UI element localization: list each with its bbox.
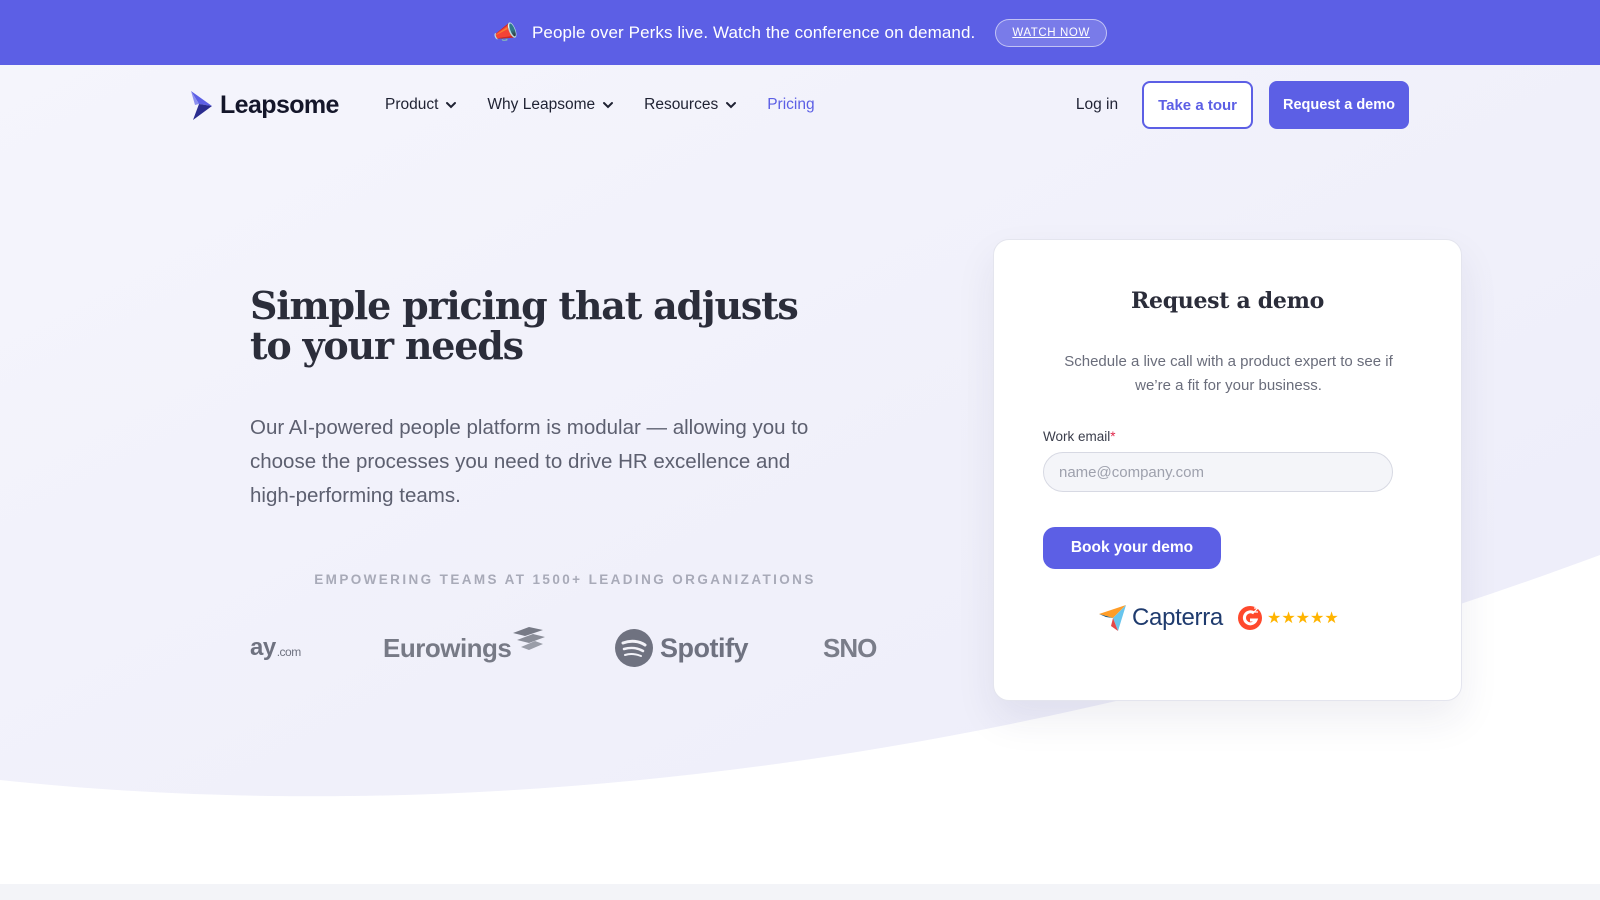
chevron-down-icon: [446, 102, 457, 109]
customer-logo-ay-suffix: .com: [276, 645, 302, 659]
customer-logo-eurowings: Eurowings: [383, 620, 546, 676]
card-description: Schedule a live call with a product expe…: [1064, 353, 1393, 394]
book-your-demo-button[interactable]: Book your demo: [1043, 527, 1221, 569]
nav-resources-label: Resources: [644, 96, 719, 113]
customer-logo-sno-text: SNO: [823, 632, 877, 663]
navbar: Leapsome Product Why Leapsome Resources …: [0, 65, 1600, 145]
capterra-badge[interactable]: Capterra: [1098, 604, 1223, 632]
request-demo-button[interactable]: Request a demo: [1269, 81, 1409, 129]
g2-logo-icon: [1237, 606, 1262, 630]
customer-logo-sno: SNO: [823, 620, 877, 676]
chevron-down-icon: [726, 102, 737, 109]
capterra-logo-icon: [1099, 605, 1126, 631]
watch-now-button[interactable]: WATCH NOW: [995, 18, 1107, 47]
nav-product[interactable]: Product: [385, 96, 457, 114]
customer-logo-ay-text: ay: [250, 634, 276, 661]
next-section-band: [0, 884, 1600, 900]
chevron-down-icon: [603, 102, 614, 109]
review-badges: Capterra ★★★★★: [1098, 602, 1339, 634]
request-demo-card: Request a demo Schedule a live call with…: [993, 239, 1462, 701]
megaphone-icon: 📣: [493, 21, 518, 44]
capterra-label: Capterra: [1132, 604, 1223, 631]
leapsome-logo[interactable]: Leapsome: [190, 85, 339, 125]
nav-product-label: Product: [385, 96, 439, 113]
announcement-bar: 📣 People over Perks live. Watch the conf…: [0, 0, 1600, 65]
spotify-icon: [615, 629, 653, 667]
work-email-label: Work email*: [1043, 429, 1116, 444]
customer-logo-spotify-text: Spotify: [660, 632, 749, 663]
nav-actions: Log in Take a tour Request a demo: [1076, 80, 1409, 130]
customer-logo-carousel: ay .com Eurowings Spotify SNO: [250, 620, 880, 676]
nav-links: Product Why Leapsome Resources Pricing: [385, 65, 815, 145]
announcement-text: People over Perks live. Watch the confer…: [531, 22, 976, 42]
leapsome-bird-icon: [191, 91, 212, 120]
customer-logo-eurowings-text: Eurowings: [383, 632, 512, 663]
hero-subtitle: Our AI-powered people platform is modula…: [250, 416, 809, 507]
customer-logo-spotify: Spotify: [614, 620, 749, 676]
card-title: Request a demo: [1131, 288, 1324, 314]
nav-why-leapsome-label: Why Leapsome: [487, 96, 596, 113]
nav-pricing[interactable]: Pricing: [767, 96, 814, 114]
work-email-label-text: Work email: [1043, 429, 1111, 444]
nav-why-leapsome[interactable]: Why Leapsome: [487, 96, 614, 114]
login-link[interactable]: Log in: [1076, 96, 1118, 114]
g2-badge[interactable]: ★★★★★: [1237, 605, 1339, 631]
customer-logo-ay: ay .com: [250, 620, 301, 676]
nav-pricing-label: Pricing: [767, 96, 815, 113]
rating-stars-icon: ★★★★★: [1266, 610, 1339, 627]
required-mark: *: [1110, 429, 1116, 444]
brand-name: Leapsome: [220, 90, 339, 119]
take-a-tour-button[interactable]: Take a tour: [1142, 81, 1253, 129]
nav-resources[interactable]: Resources: [644, 96, 737, 114]
trusted-by-label: EMPOWERING TEAMS AT 1500+ LEADING ORGANI…: [314, 572, 816, 587]
eurowings-wing-icon: [513, 627, 546, 650]
work-email-input[interactable]: [1043, 452, 1393, 492]
page-title: Simple pricing that adjusts to your need…: [250, 283, 799, 368]
